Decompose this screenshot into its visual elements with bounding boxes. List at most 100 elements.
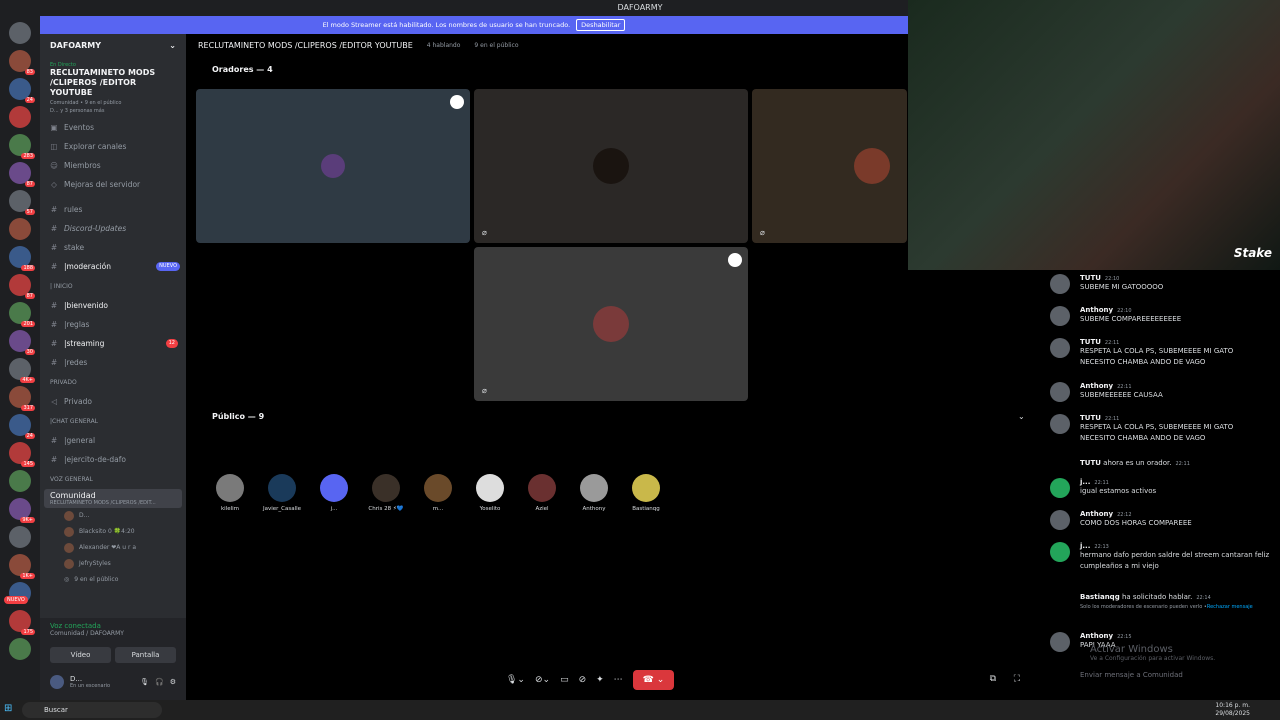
reject-link[interactable]: Rechazar mensaje (1207, 604, 1253, 610)
server-icon[interactable]: 24 (9, 414, 35, 439)
chat-message[interactable]: j... 22:11 igual estamos activos (1050, 478, 1270, 498)
start-icon[interactable]: ⊞ (4, 703, 12, 714)
voice-channel-comunidad[interactable]: Comunidad RECLUTAMINETO MODS /CLIPEROS /… (44, 489, 182, 508)
video-button[interactable]: Vídeo (50, 647, 111, 663)
clock[interactable]: 10:16 p. m. 29/08/2025 (1215, 702, 1250, 718)
voice-user[interactable]: D... (40, 508, 186, 524)
audience-member[interactable]: j... (312, 474, 356, 512)
audience-member[interactable]: Bastianqg (624, 474, 668, 512)
headphones-icon[interactable]: 🎧 (155, 678, 164, 686)
chat-input[interactable]: Enviar mensaje a Comunidad (1050, 666, 1270, 684)
speaker-tile[interactable]: ⌀ (752, 89, 907, 243)
channel-bienvenido[interactable]: # |bienvenido (40, 296, 186, 315)
server-icon[interactable] (9, 470, 31, 492)
message-author[interactable]: TUTU (1080, 414, 1101, 422)
video-off-icon[interactable]: ⊘ (579, 675, 587, 685)
server-icon[interactable]: 1K+ (9, 554, 35, 579)
avatar[interactable] (1050, 382, 1070, 402)
fullscreen-icon[interactable]: ⛶ (1014, 674, 1020, 684)
audience-member[interactable]: Javier_Casalle (260, 474, 304, 512)
link-events[interactable]: ▣ Eventos (40, 118, 186, 137)
audience-member[interactable]: Anthony (572, 474, 616, 512)
gear-icon[interactable]: ⚙ (170, 678, 176, 686)
avatar[interactable] (1050, 338, 1070, 358)
message-author[interactable]: Anthony (1080, 306, 1113, 314)
server-icon[interactable]: 87 (9, 162, 35, 187)
server-icon[interactable]: 4K+ (9, 358, 35, 383)
channel-rules[interactable]: # rules (40, 200, 186, 219)
speaker-tile[interactable]: ⌀ (474, 247, 748, 401)
server-icon[interactable]: 145 (9, 442, 35, 467)
avatar[interactable] (1050, 306, 1070, 326)
message-author[interactable]: j... (1080, 542, 1090, 550)
channel-privado[interactable]: ◁ Privado (40, 392, 186, 411)
new-servers-badge[interactable]: NUEVO (4, 596, 28, 604)
chat-message[interactable]: j... 22:13 hermano dafo perdon saldre del … (1050, 542, 1270, 572)
channel-redes[interactable]: # |redes (40, 353, 186, 372)
audience-member[interactable]: kilelim (208, 474, 252, 512)
speaker-tile[interactable]: ⌀ (474, 89, 748, 243)
message-author[interactable]: TUTU (1080, 338, 1101, 346)
hangup-button[interactable]: ☎ ⌄ (632, 670, 675, 690)
server-header[interactable]: DAFOARMY ⌄ (40, 34, 186, 58)
voice-user[interactable]: JefryStyles (40, 556, 186, 572)
server-icon[interactable] (9, 638, 31, 660)
mic-icon[interactable]: 🎙⌄ (506, 675, 525, 685)
speaker-tile[interactable] (196, 89, 470, 243)
avatar[interactable] (1050, 274, 1070, 294)
voice-status[interactable]: Voz conectada (50, 622, 176, 630)
channel-moderacion[interactable]: # |moderación NUEVO (40, 257, 186, 276)
audience-member[interactable]: Chris 28 ⚡💙 (364, 474, 408, 512)
avatar[interactable] (1050, 414, 1070, 434)
pin-icon[interactable] (728, 253, 742, 267)
message-author[interactable]: TUTU (1080, 274, 1101, 282)
server-icon[interactable]: 57 (9, 190, 35, 215)
message-author[interactable]: Anthony (1080, 632, 1113, 640)
popout-icon[interactable]: ⧉ (990, 674, 996, 684)
live-event-card[interactable]: En Directo RECLUTAMINETO MODS /CLIPEROS … (40, 58, 186, 118)
public-count[interactable]: ◎ 9 en el público (40, 572, 186, 588)
link-boosts[interactable]: ◇ Mejoras del servidor (40, 175, 186, 194)
channel-reglas[interactable]: # |reglas (40, 315, 186, 334)
category-chat-general[interactable]: |CHAT GENERAL (40, 411, 186, 431)
server-icon[interactable]: 175 (9, 610, 35, 635)
audience-member[interactable]: Aziel (520, 474, 564, 512)
server-icon[interactable]: 83 (9, 50, 35, 75)
avatar[interactable] (1050, 510, 1070, 530)
chat-message[interactable]: Anthony 22:11 SUBEMEEEEEE CAUSAA (1050, 382, 1270, 402)
voice-user[interactable]: Alexander ❤A u r a (40, 540, 186, 556)
screen-share-icon[interactable]: ▭ (560, 675, 569, 685)
avatar[interactable] (1050, 632, 1070, 652)
camera-off-icon[interactable]: ⊘⌄ (535, 675, 550, 685)
message-author[interactable]: Anthony (1080, 510, 1113, 518)
link-members[interactable]: ☺ Miembros (40, 156, 186, 175)
voice-user[interactable]: Blacksito 0 🍀4:20 (40, 524, 186, 540)
chat-message[interactable]: Anthony 22:12 COMO DOS HORAS COMPAREEE (1050, 510, 1270, 530)
message-author[interactable]: j... (1080, 478, 1090, 486)
avatar[interactable] (1050, 542, 1070, 562)
server-icon[interactable] (9, 106, 31, 128)
channel-discord-updates[interactable]: # Discord-Updates (40, 219, 186, 238)
channel-ejercito[interactable]: # |ejercito-de-dafo (40, 450, 186, 469)
taskbar-search[interactable]: Buscar (22, 702, 162, 718)
server-icon[interactable] (9, 22, 31, 44)
category-inicio[interactable]: | INICIO (40, 276, 186, 296)
audience-member[interactable]: Yoselito (468, 474, 512, 512)
mic-icon[interactable]: 🎙 (140, 678, 149, 686)
category-privado[interactable]: PRIVADO (40, 372, 186, 392)
server-icon[interactable]: 87 (9, 274, 35, 299)
disable-streamer-button[interactable]: Deshabilitar (576, 19, 626, 31)
category-voz-general[interactable]: VOZ GENERAL (40, 469, 186, 489)
channel-streaming[interactable]: # |streaming 12 (40, 334, 186, 353)
audience-member[interactable]: m... (416, 474, 460, 512)
avatar[interactable] (1050, 478, 1070, 498)
server-icon[interactable] (9, 526, 31, 548)
server-icon[interactable]: 317 (9, 386, 35, 411)
screen-share-button[interactable]: Pantalla (115, 647, 176, 663)
chevron-down-icon[interactable]: ⌄ (1018, 412, 1025, 421)
server-icon[interactable]: 201 (9, 302, 35, 327)
chat-message[interactable]: TUTU 22:10 SUBEME MI GATOOOOO (1050, 274, 1270, 294)
server-icon[interactable]: 188 (9, 246, 35, 271)
system-user[interactable]: Bastianqg (1080, 593, 1120, 601)
chat-message[interactable]: TUTU 22:11 RESPETA LA COLA PS, SUBEMEEEE M… (1050, 338, 1270, 368)
